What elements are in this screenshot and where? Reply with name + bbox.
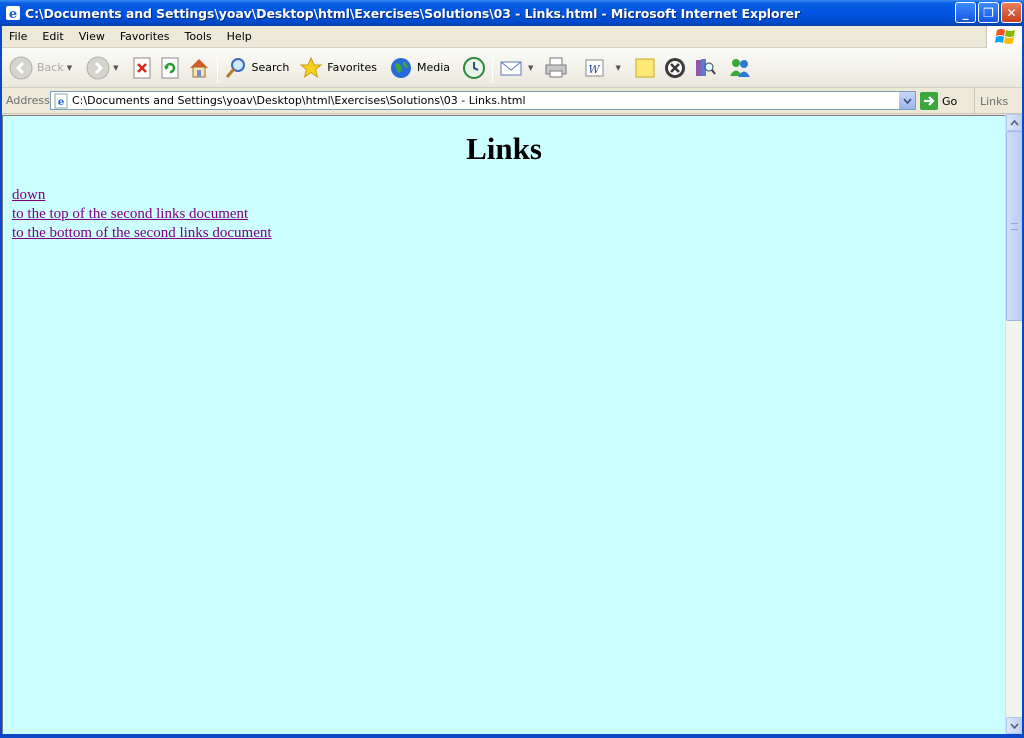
forward-dropdown-icon[interactable]: ▼ — [113, 64, 118, 72]
window-border-left — [0, 26, 2, 734]
chevron-down-icon — [1010, 722, 1019, 729]
media-globe-icon — [391, 57, 411, 78]
scroll-up-button[interactable] — [1006, 114, 1023, 131]
standard-toolbar: Back ▼ ▼ Search Favorites Media ▼ W ▼ — [0, 48, 1024, 88]
scroll-thumb[interactable] — [1006, 131, 1023, 321]
close-button[interactable]: ✕ — [1001, 2, 1022, 23]
scroll-grip — [1011, 222, 1018, 230]
back-button[interactable]: Back ▼ — [6, 52, 75, 84]
close-icon: ✕ — [1006, 5, 1017, 20]
edit-button[interactable]: W ▼ — [580, 52, 623, 84]
address-url: C:\Documents and Settings\yoav\Desktop\h… — [72, 94, 526, 107]
mail-dropdown-icon[interactable]: ▼ — [528, 64, 533, 72]
go-arrow-icon — [920, 92, 938, 110]
search-button[interactable]: Search — [221, 52, 293, 84]
toolbar-separator — [492, 52, 494, 83]
menu-edit[interactable]: Edit — [34, 30, 70, 43]
media-label: Media — [417, 61, 451, 74]
link-down[interactable]: down — [12, 186, 1005, 205]
home-button[interactable] — [184, 52, 214, 84]
block-icon — [664, 57, 685, 78]
printer-icon — [545, 57, 567, 77]
page-content: Links down to the top of the second link… — [2, 115, 1005, 734]
go-label: Go — [942, 94, 958, 108]
forward-arrow-icon — [86, 56, 110, 79]
minimize-icon: _ — [962, 5, 969, 20]
go-button[interactable]: Go — [920, 92, 957, 110]
svg-text:W: W — [589, 63, 602, 76]
search-label: Search — [251, 61, 290, 74]
messenger-icon — [729, 58, 750, 77]
menu-view[interactable]: View — [71, 30, 112, 43]
favorites-button[interactable]: Favorites — [296, 52, 380, 84]
forward-button[interactable]: ▼ — [83, 52, 121, 84]
star-icon — [299, 56, 323, 78]
refresh-button[interactable] — [156, 52, 184, 84]
restore-icon: ❐ — [983, 5, 994, 20]
title-bar[interactable]: e C:\Documents and Settings\yoav\Desktop… — [0, 0, 1024, 26]
refresh-icon — [161, 57, 178, 78]
svg-text:e: e — [58, 97, 64, 108]
ie-icon: e — [5, 5, 21, 21]
research-books-icon — [695, 58, 716, 76]
window-title: C:\Documents and Settings\yoav\Desktop\h… — [25, 5, 800, 21]
stop-button[interactable] — [128, 52, 156, 84]
minimize-button[interactable]: _ — [955, 2, 976, 23]
scroll-down-button[interactable] — [1006, 717, 1023, 734]
menu-tools[interactable]: Tools — [177, 30, 219, 43]
address-bar: Address e C:\Documents and Settings\yoav… — [0, 88, 1024, 114]
edit-dropdown-icon[interactable]: ▼ — [615, 64, 620, 72]
windows-logo-icon — [986, 26, 1024, 48]
toolbar-separator — [216, 52, 218, 83]
page-heading: Links — [466, 131, 542, 166]
back-arrow-icon — [9, 56, 33, 79]
links-list: down to the top of the second links docu… — [12, 186, 1005, 243]
menu-file[interactable]: File — [0, 30, 34, 43]
chevron-up-icon — [1010, 119, 1019, 126]
history-icon — [463, 56, 486, 79]
note-icon — [635, 58, 655, 77]
mail-button[interactable]: ▼ — [496, 52, 536, 84]
page-icon: e — [53, 93, 69, 109]
back-dropdown-icon[interactable]: ▼ — [67, 64, 72, 72]
svg-text:e: e — [9, 7, 17, 21]
vertical-scrollbar[interactable] — [1005, 114, 1023, 734]
home-icon — [189, 58, 208, 77]
discuss-button[interactable] — [630, 52, 660, 84]
chevron-down-icon — [902, 97, 912, 104]
address-input[interactable]: e C:\Documents and Settings\yoav\Desktop… — [50, 91, 916, 110]
address-label: Address — [6, 94, 50, 107]
media-button[interactable]: Media — [386, 52, 453, 84]
stop-icon — [133, 57, 150, 78]
address-dropdown-button[interactable] — [898, 92, 915, 109]
word-edit-icon: W — [585, 59, 604, 76]
links-label: Links — [980, 94, 1009, 108]
search-icon — [225, 57, 245, 78]
messenger-button[interactable] — [724, 52, 756, 84]
history-button[interactable] — [459, 52, 489, 84]
print-button[interactable] — [540, 52, 572, 84]
research-button[interactable] — [690, 52, 720, 84]
window-border-bottom — [0, 734, 1024, 738]
link-bottom-second-document[interactable]: to the bottom of the second links docume… — [12, 224, 1005, 243]
menu-favorites[interactable]: Favorites — [112, 30, 177, 43]
back-label: Back — [37, 61, 64, 74]
stop-blocker-button[interactable] — [660, 52, 690, 84]
link-top-second-document[interactable]: to the top of the second links document — [12, 205, 1005, 224]
restore-button[interactable]: ❐ — [978, 2, 999, 23]
favorites-label: Favorites — [327, 61, 377, 74]
mail-icon — [500, 61, 522, 75]
links-toolbar[interactable]: Links » — [974, 88, 1024, 114]
menu-bar: File Edit View Favorites Tools Help — [0, 26, 1024, 48]
menu-help[interactable]: Help — [219, 30, 259, 43]
